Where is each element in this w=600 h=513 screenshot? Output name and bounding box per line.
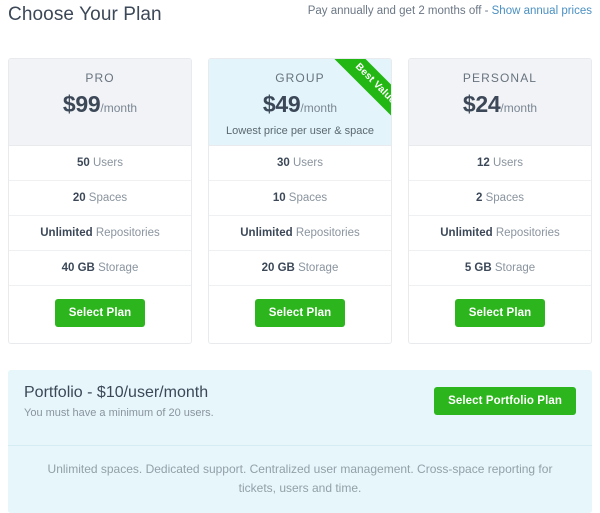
feature-label: Storage (294, 262, 339, 274)
select-plan-button-pro[interactable]: Select Plan (54, 299, 146, 327)
plan-header-personal: PERSONAL $24/month (409, 59, 591, 145)
select-plan-button-personal[interactable]: Select Plan (454, 299, 546, 327)
plan-period-group: /month (300, 101, 338, 115)
select-plan-button-group[interactable]: Select Plan (254, 299, 346, 327)
annual-billing-note: Pay annually and get 2 months off - Show… (308, 5, 592, 17)
plan-price-group: $49 (262, 91, 301, 117)
feature-value: 12 (476, 157, 490, 169)
feature-row: 12 Users (409, 145, 591, 180)
plan-period-pro: /month (100, 101, 138, 115)
feature-value: 10 (272, 192, 286, 204)
feature-value: 30 (276, 157, 290, 169)
plan-price-line-pro: $99/month (17, 91, 183, 118)
plan-features-personal: 12 Users 2 Spaces Unlimited Repositories… (409, 145, 591, 285)
feature-value: Unlimited (440, 227, 493, 239)
page-header: Choose Your Plan Pay annually and get 2 … (0, 0, 600, 46)
feature-label: Repositories (492, 227, 560, 239)
feature-label: Storage (491, 262, 536, 274)
portfolio-description: Unlimited spaces. Dedicated support. Cen… (8, 445, 592, 513)
feature-row: 50 Users (9, 145, 191, 180)
feature-label: Storage (94, 262, 139, 274)
feature-row: 30 Users (209, 145, 391, 180)
show-annual-prices-link[interactable]: Show annual prices (492, 5, 592, 17)
plan-card-list: PRO $99/month 50 Users 20 Spaces Unlimit… (8, 58, 592, 344)
page-title: Choose Your Plan (8, 4, 162, 25)
plan-footer-group: Select Plan (209, 285, 391, 343)
portfolio-cta-wrap: Select Portfolio Plan (434, 387, 576, 415)
plan-footer-personal: Select Plan (409, 285, 591, 343)
feature-row: 20 GB Storage (209, 250, 391, 285)
portfolio-header: Portfolio - $10/user/month You must have… (8, 370, 592, 445)
plan-period-personal: /month (500, 101, 538, 115)
feature-row: 10 Spaces (209, 180, 391, 215)
plan-name-pro: PRO (85, 71, 115, 85)
plan-header-pro: PRO $99/month (9, 59, 191, 145)
feature-row: 2 Spaces (409, 180, 591, 215)
feature-value: 20 GB (261, 262, 295, 274)
feature-label: Spaces (85, 192, 128, 204)
plan-price-personal: $24 (462, 91, 501, 117)
plan-price-line-personal: $24/month (417, 91, 583, 118)
feature-label: Repositories (292, 227, 360, 239)
annual-note-text: Pay annually and get 2 months off - (307, 5, 492, 17)
pricing-page: Choose Your Plan Pay annually and get 2 … (0, 0, 600, 513)
feature-value: 5 GB (464, 262, 492, 274)
feature-value: 40 GB (61, 262, 95, 274)
feature-value: Unlimited (240, 227, 293, 239)
plan-header-group: Best Value GROUP $49/month Lowest price … (209, 59, 391, 145)
plan-features-group: 30 Users 10 Spaces Unlimited Repositorie… (209, 145, 391, 285)
feature-row: Unlimited Repositories (209, 215, 391, 250)
feature-label: Spaces (482, 192, 524, 204)
feature-label: Spaces (285, 192, 328, 204)
feature-label: Repositories (92, 227, 160, 239)
plan-card-group[interactable]: Best Value GROUP $49/month Lowest price … (208, 58, 392, 344)
feature-row: Unlimited Repositories (9, 215, 191, 250)
plan-features-pro: 50 Users 20 Spaces Unlimited Repositorie… (9, 145, 191, 285)
plan-name-group: GROUP (275, 71, 325, 85)
feature-value: 50 (76, 157, 90, 169)
plan-price-pro: $99 (62, 91, 101, 117)
feature-value: 20 (72, 192, 86, 204)
plan-price-line-group: $49/month (217, 91, 383, 118)
feature-value: Unlimited (40, 227, 93, 239)
feature-label: Users (489, 157, 524, 169)
feature-label: Users (289, 157, 324, 169)
plan-card-personal[interactable]: PERSONAL $24/month 12 Users 2 Spaces Unl… (408, 58, 592, 344)
portfolio-panel: Portfolio - $10/user/month You must have… (8, 370, 592, 513)
select-portfolio-plan-button[interactable]: Select Portfolio Plan (434, 387, 576, 415)
plan-name-personal: PERSONAL (462, 71, 538, 85)
feature-label: Users (89, 157, 124, 169)
feature-row: 40 GB Storage (9, 250, 191, 285)
feature-row: 5 GB Storage (409, 250, 591, 285)
feature-row: Unlimited Repositories (409, 215, 591, 250)
plan-footer-pro: Select Plan (9, 285, 191, 343)
feature-row: 20 Spaces (9, 180, 191, 215)
plan-card-pro[interactable]: PRO $99/month 50 Users 20 Spaces Unlimit… (8, 58, 192, 344)
plan-subtitle-group: Lowest price per user & space (226, 125, 374, 137)
